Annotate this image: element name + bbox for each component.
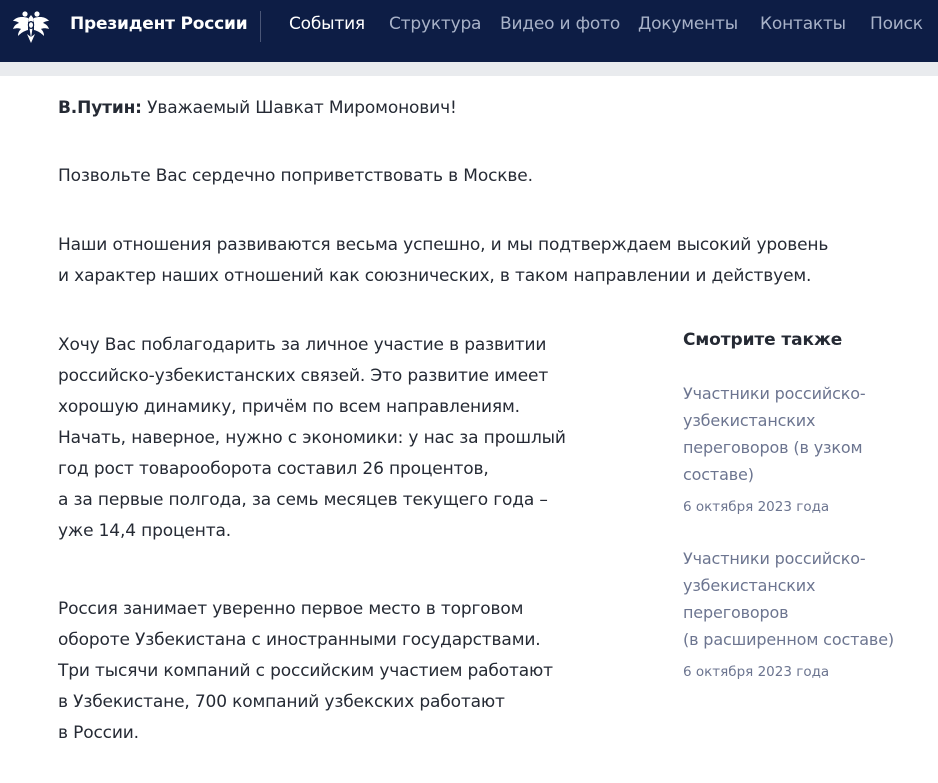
see-also-item: Участники российско- узбекистанских пере… — [683, 380, 923, 515]
main-nav: События Структура Видео и фото Документы… — [0, 14, 938, 38]
article-paragraph-economy: Хочу Вас поблагодарить за личное участие… — [58, 330, 618, 547]
paragraph-line: а за первые полгода, за семь месяцев тек… — [58, 490, 548, 510]
paragraph-line: Начать, наверное, нужно с экономики: у н… — [58, 428, 566, 448]
paragraph-line: обороте Узбекистана с иностранными госуд… — [58, 630, 541, 650]
see-also-date: 6 октября 2023 года — [683, 499, 830, 515]
link-line: составе) — [683, 465, 754, 484]
see-also-title: Смотрите также — [683, 330, 843, 350]
speaker-text: Уважаемый Шавкат Миромонович! — [147, 98, 457, 118]
paragraph-line: Россия занимает уверенно первое место в … — [58, 599, 524, 619]
article-paragraph-greeting: В.Путин: Уважаемый Шавкат Миромонович! — [58, 93, 457, 124]
article-paragraph-welcome: Позвольте Вас сердечно поприветствовать … — [58, 166, 533, 186]
paragraph-line: Три тысячи компаний с российским участие… — [58, 661, 553, 681]
speaker-name: В.Путин: — [58, 98, 142, 118]
header-subbar — [0, 62, 938, 76]
article-paragraph-relations: Наши отношения развиваются весьма успешн… — [58, 230, 918, 292]
link-line: Участники российско- — [683, 549, 866, 568]
paragraph-line: Наши отношения развиваются весьма успешн… — [58, 235, 829, 255]
see-also-date: 6 октября 2023 года — [683, 664, 830, 680]
nav-item-events[interactable]: События — [289, 14, 365, 34]
paragraph-line: российско-узбекистанских связей. Это раз… — [58, 366, 549, 386]
nav-item-video-photo[interactable]: Видео и фото — [500, 14, 620, 34]
nav-item-search[interactable]: Поиск — [870, 14, 923, 34]
link-line: Участники российско- — [683, 384, 866, 403]
link-line: переговоров — [683, 603, 789, 622]
paragraph-line: год рост товарооборота составил 26 проце… — [58, 459, 489, 479]
paragraph-line: в России. — [58, 723, 139, 743]
paragraph-line: Хочу Вас поблагодарить за личное участие… — [58, 335, 547, 355]
see-also-sidebar: Смотрите также Участники российско- узбе… — [683, 330, 923, 710]
paragraph-line: уже 14,4 процента. — [58, 521, 231, 541]
link-line: узбекистанских — [683, 411, 816, 430]
nav-item-structure[interactable]: Структура — [389, 14, 481, 34]
see-also-link-narrow-talks[interactable]: Участники российско- узбекистанских пере… — [683, 380, 923, 488]
nav-item-documents[interactable]: Документы — [638, 14, 738, 34]
paragraph-line: в Узбекистане, 700 компаний узбекских ра… — [58, 692, 505, 712]
see-also-item: Участники российско- узбекистанских пере… — [683, 545, 923, 680]
link-line: (в расширенном составе) — [683, 630, 894, 649]
link-line: переговоров (в узком — [683, 438, 863, 457]
paragraph-line: и характер наших отношений как союзничес… — [58, 266, 812, 286]
paragraph-line: хорошую динамику, причём по всем направл… — [58, 397, 520, 417]
nav-item-contacts[interactable]: Контакты — [760, 14, 846, 34]
site-header: Президент России События Структура Видео… — [0, 0, 938, 62]
see-also-link-extended-talks[interactable]: Участники российско- узбекистанских пере… — [683, 545, 923, 653]
link-line: узбекистанских — [683, 576, 816, 595]
article-paragraph-trade: Россия занимает уверенно первое место в … — [58, 594, 618, 749]
